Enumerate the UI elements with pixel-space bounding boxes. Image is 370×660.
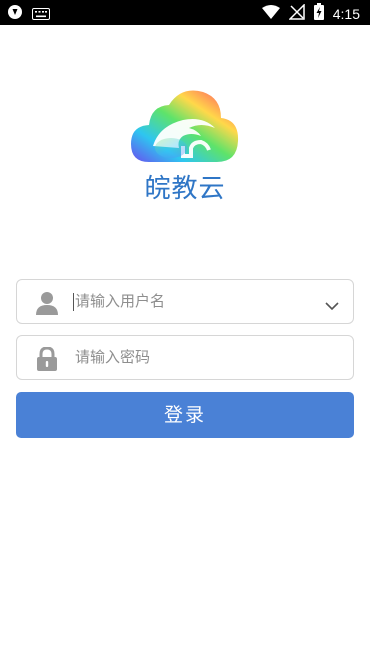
shield-icon [8, 4, 22, 24]
clock: 4:15 [332, 5, 360, 22]
password-field[interactable]: 请输入密码 [16, 335, 354, 380]
username-placeholder: 请输入用户名 [75, 292, 166, 310]
no-signal-icon [287, 2, 305, 24]
cloud-logo [131, 86, 239, 164]
text-cursor [73, 293, 74, 311]
battery-charging-icon [313, 3, 324, 24]
lock-icon [36, 346, 58, 371]
status-bar: 4:15 [0, 0, 370, 25]
chevron-down-icon[interactable] [325, 296, 339, 311]
wifi-icon [261, 4, 280, 23]
user-icon [36, 291, 58, 315]
keyboard-icon [32, 5, 50, 24]
app-name: 皖教云 [144, 174, 226, 204]
login-button[interactable]: 登录 [16, 392, 354, 438]
username-field[interactable]: 请输入用户名 [16, 279, 354, 324]
password-placeholder: 请输入密码 [75, 348, 151, 366]
